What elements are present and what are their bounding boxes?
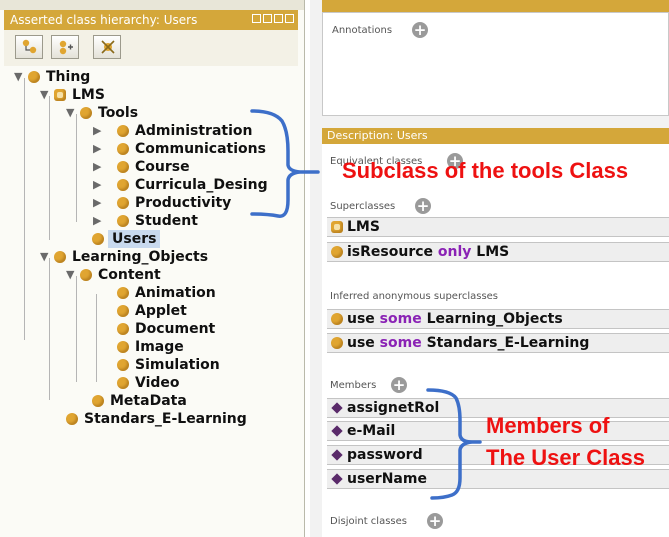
subclass-bracket bbox=[250, 109, 320, 218]
subclass-callout: Subclass of the tools Class bbox=[342, 158, 629, 183]
members-bracket bbox=[426, 388, 482, 500]
members-callout-line2: The User Class bbox=[486, 445, 645, 470]
members-callout-line1: Members of bbox=[486, 413, 610, 438]
